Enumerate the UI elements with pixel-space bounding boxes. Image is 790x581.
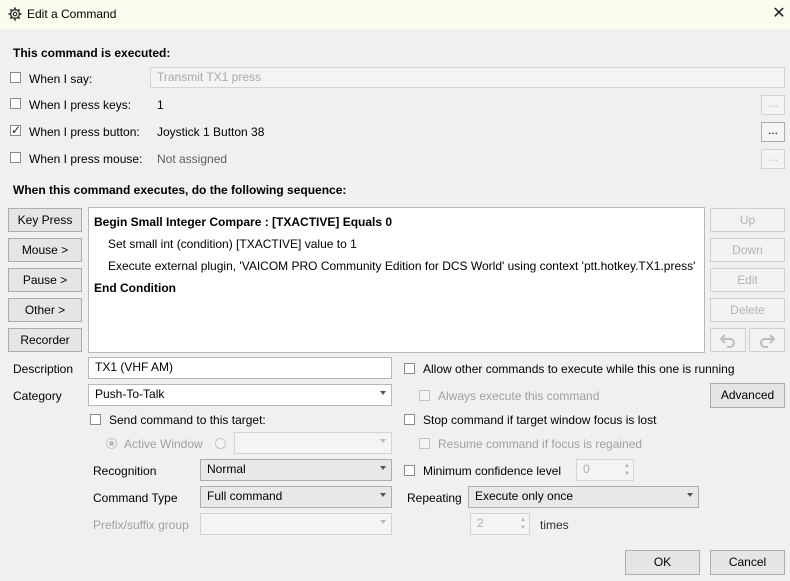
chevron-down-icon <box>380 493 386 497</box>
chevron-down-icon <box>380 466 386 470</box>
pause-button[interactable]: Pause > <box>8 268 82 292</box>
close-button[interactable]: ✕ <box>768 4 790 26</box>
delete-button[interactable]: Delete <box>710 298 785 322</box>
repeating-label: Repeating <box>407 491 462 505</box>
when-i-press-button-checkbox[interactable] <box>10 123 21 137</box>
command-type-select[interactable]: Full command <box>200 486 392 508</box>
category-select[interactable]: Push-To-Talk <box>88 384 392 406</box>
button-browse-button[interactable]: ... <box>761 122 785 142</box>
min-confidence-label: Minimum confidence level <box>423 464 562 478</box>
up-button[interactable]: Up <box>710 208 785 232</box>
repeat-times-spinner[interactable]: 2 ▲ ▼ <box>470 513 530 535</box>
sequence-heading: When this command executes, do the follo… <box>13 183 347 197</box>
recorder-button[interactable]: Recorder <box>8 328 82 352</box>
command-type-label: Command Type <box>93 491 178 505</box>
active-window-radio[interactable] <box>106 438 117 449</box>
prefix-suffix-label: Prefix/suffix group <box>93 518 189 532</box>
spinner-arrows-icon: ▲ ▼ <box>520 517 526 531</box>
min-confidence-spinner[interactable]: 0 ▲ ▼ <box>576 459 634 481</box>
keys-value: 1 <box>157 98 164 112</box>
when-i-press-keys-label: When I press keys: <box>29 98 132 112</box>
undo-icon <box>719 334 735 348</box>
sequence-line[interactable]: End Condition <box>94 281 176 295</box>
min-confidence-checkbox[interactable] <box>404 465 415 476</box>
window-title: Edit a Command <box>27 7 117 21</box>
repeat-times-value: 2 <box>477 516 484 530</box>
action-sequence-list[interactable]: Begin Small Integer Compare : [TXACTIVE]… <box>88 207 705 353</box>
cancel-button[interactable]: Cancel <box>710 550 785 575</box>
sequence-line[interactable]: Set small int (condition) [TXACTIVE] val… <box>108 237 357 251</box>
allow-other-checkbox[interactable] <box>404 363 415 374</box>
times-label: times <box>540 518 569 532</box>
category-label: Category <box>13 389 62 403</box>
edit-button[interactable]: Edit <box>710 268 785 292</box>
send-target-label: Send command to this target: <box>109 413 266 427</box>
recognition-select[interactable]: Normal <box>200 459 392 481</box>
redo-button[interactable] <box>749 328 785 352</box>
chevron-down-icon <box>380 439 386 443</box>
when-i-press-button-label: When I press button: <box>29 125 140 139</box>
category-value: Push-To-Talk <box>95 387 165 401</box>
gear-icon <box>8 7 22 21</box>
keys-browse-button[interactable]: ... <box>761 95 785 115</box>
always-execute-checkbox[interactable] <box>419 390 430 401</box>
chevron-down-icon <box>380 520 386 524</box>
undo-button[interactable] <box>710 328 746 352</box>
resume-focus-label: Resume command if focus is regained <box>438 437 643 451</box>
when-i-say-input[interactable]: Transmit TX1 press <box>150 67 785 88</box>
button-value: Joystick 1 Button 38 <box>157 125 265 139</box>
chevron-down-icon <box>687 493 693 497</box>
spinner-arrows-icon: ▲ ▼ <box>624 463 630 477</box>
mouse-button[interactable]: Mouse > <box>8 238 82 262</box>
command-type-value: Full command <box>207 489 283 503</box>
recognition-label: Recognition <box>93 464 157 478</box>
when-i-say-checkbox[interactable] <box>10 72 21 83</box>
target-window-select[interactable] <box>234 432 392 454</box>
when-i-say-label: When I say: <box>29 72 93 86</box>
stop-focus-checkbox[interactable] <box>404 414 415 425</box>
prefix-suffix-select[interactable] <box>200 513 392 535</box>
when-i-press-mouse-label: When I press mouse: <box>29 152 143 166</box>
description-label: Description <box>13 362 74 376</box>
active-window-label: Active Window <box>124 437 203 451</box>
close-icon: ✕ <box>772 5 786 22</box>
title-bar <box>0 0 790 29</box>
advanced-button[interactable]: Advanced <box>710 383 785 408</box>
resume-focus-checkbox[interactable] <box>419 438 430 449</box>
always-execute-label: Always execute this command <box>438 389 600 403</box>
other-button[interactable]: Other > <box>8 298 82 322</box>
stop-focus-label: Stop command if target window focus is l… <box>423 413 657 427</box>
recognition-value: Normal <box>207 462 246 476</box>
repeating-value: Execute only once <box>475 489 574 503</box>
repeating-select[interactable]: Execute only once <box>468 486 699 508</box>
trigger-heading: This command is executed: <box>13 46 171 60</box>
mouse-browse-button[interactable]: ... <box>761 149 785 169</box>
key-press-button[interactable]: Key Press <box>8 208 82 232</box>
down-button[interactable]: Down <box>710 238 785 262</box>
redo-icon <box>760 334 776 348</box>
allow-other-label: Allow other commands to execute while th… <box>423 362 735 376</box>
ok-button[interactable]: OK <box>625 550 700 575</box>
sequence-line[interactable]: Begin Small Integer Compare : [TXACTIVE]… <box>94 215 392 229</box>
mouse-value: Not assigned <box>157 152 228 166</box>
chevron-down-icon <box>380 391 386 395</box>
min-confidence-value: 0 <box>583 462 590 476</box>
when-i-press-keys-checkbox[interactable] <box>10 98 21 109</box>
sequence-line[interactable]: Execute external plugin, 'VAICOM PRO Com… <box>108 259 695 273</box>
description-input[interactable]: TX1 (VHF AM) <box>88 357 392 379</box>
when-i-press-mouse-checkbox[interactable] <box>10 152 21 163</box>
specific-window-radio[interactable] <box>215 438 226 449</box>
send-target-checkbox[interactable] <box>90 414 101 425</box>
